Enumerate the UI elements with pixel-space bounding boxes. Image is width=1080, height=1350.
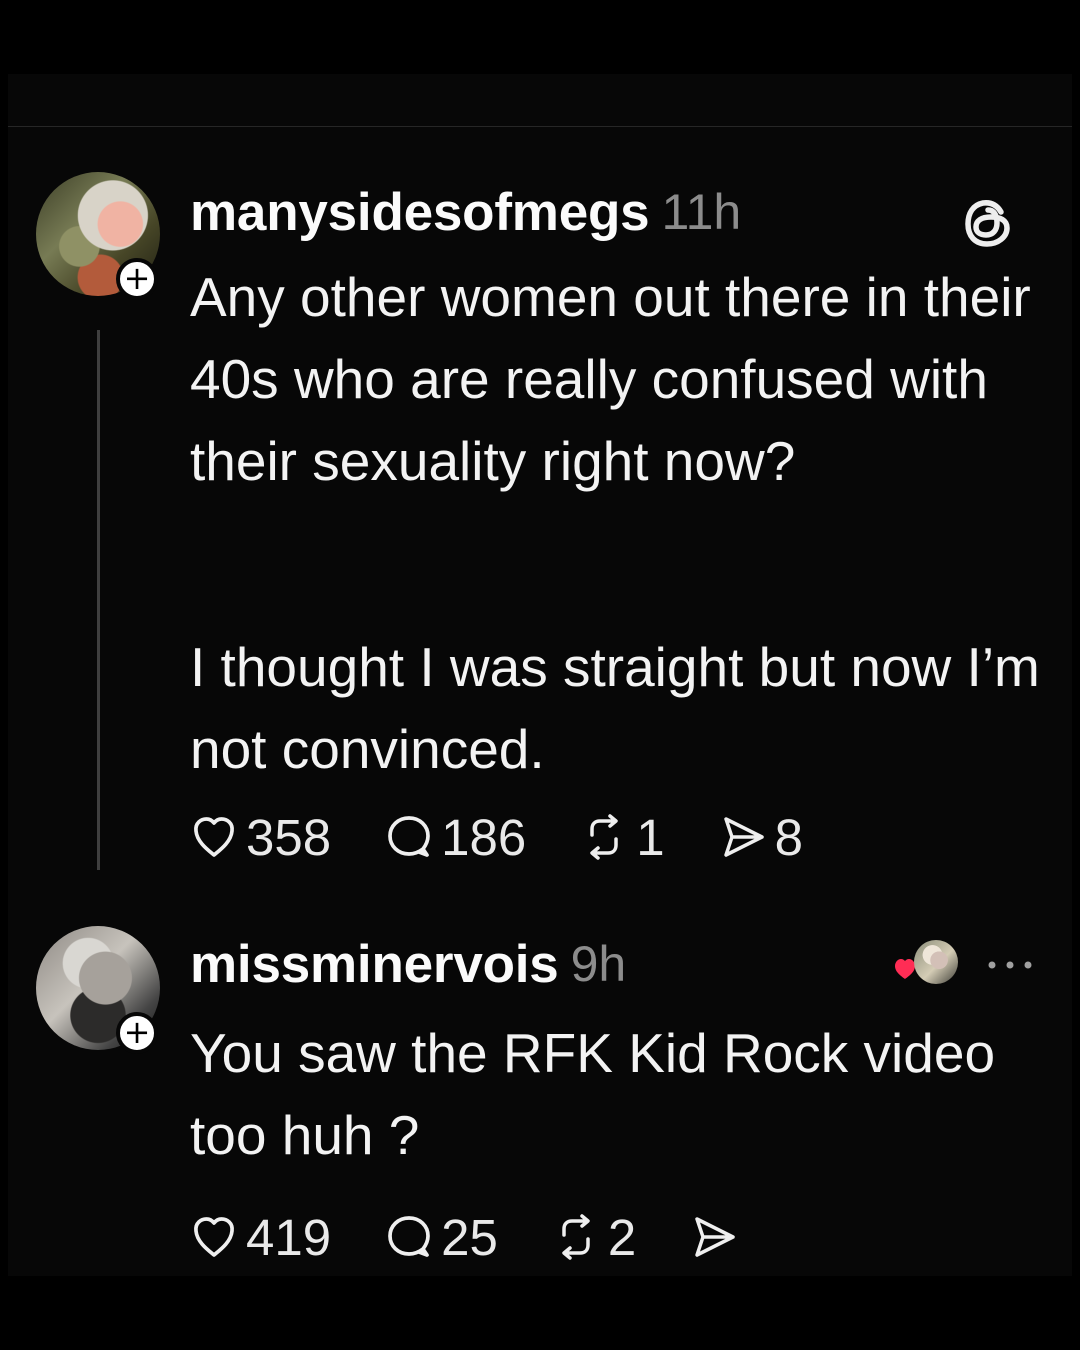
reply-count: 186	[441, 808, 527, 866]
follow-plus-button[interactable]: +	[116, 1012, 158, 1054]
thread-connector-line	[97, 330, 100, 870]
post-content: manysidesofmegs 11h Any other women out …	[190, 170, 1040, 863]
reply-icon	[388, 1216, 430, 1257]
reply-icon	[388, 816, 430, 857]
timestamp: 9h	[570, 936, 627, 992]
repost-count: 2	[607, 1208, 637, 1266]
like-button[interactable]: 419	[190, 1212, 331, 1263]
post-text-secondary: I thought I was straight but now I’m not…	[190, 636, 1040, 780]
reply-button[interactable]: 25	[385, 1212, 498, 1263]
threads-icon	[965, 200, 1010, 247]
reply-actions: 419 25 2	[190, 1202, 800, 1272]
share-button[interactable]	[690, 1213, 746, 1261]
top-divider	[8, 126, 1072, 127]
like-count: 419	[246, 1208, 332, 1266]
repost-icon	[562, 1214, 590, 1260]
liked-by-avatar	[914, 940, 958, 984]
post-actions: 358 186 1 8	[190, 802, 857, 872]
like-count: 358	[246, 808, 332, 866]
reply-text: You saw the RFK Kid Rock video too huh ?	[190, 1022, 996, 1166]
send-icon	[723, 817, 764, 857]
post-text: Any other women out there in their 40s w…	[190, 266, 1031, 492]
reply-button[interactable]: 186	[385, 812, 526, 863]
repost-button[interactable]: 2	[552, 1212, 636, 1263]
repost-count: 1	[636, 808, 665, 866]
post-meta: manysidesofmegs 11h	[190, 170, 1040, 254]
send-icon	[695, 1217, 735, 1257]
like-button[interactable]: 358	[190, 812, 331, 863]
more-icon[interactable]	[980, 935, 1040, 995]
heart-icon	[194, 817, 234, 857]
share-button[interactable]: 8	[719, 812, 803, 863]
repost-icon	[590, 814, 618, 860]
thread-post: + manysidesofmegs 11h Any other women ou…	[0, 170, 1080, 890]
timestamp: 11h	[661, 184, 742, 240]
username[interactable]: missminervois	[190, 934, 559, 995]
share-count: 8	[774, 808, 803, 866]
reply-count: 25	[441, 1208, 498, 1266]
heart-icon	[194, 1217, 234, 1257]
follow-plus-button[interactable]: +	[116, 258, 158, 300]
reply-post: + missminervois 9h You saw the RFK Kid R…	[0, 922, 1080, 1263]
username[interactable]: manysidesofmegs	[190, 182, 650, 243]
repost-button[interactable]: 1	[580, 808, 665, 866]
